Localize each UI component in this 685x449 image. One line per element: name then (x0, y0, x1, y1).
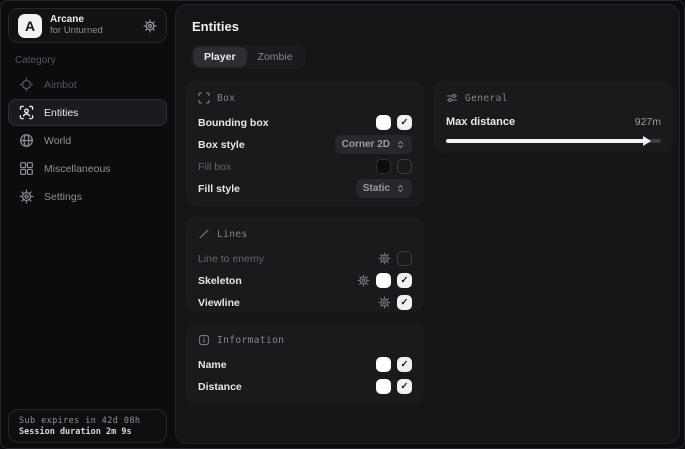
section-title: General (465, 93, 508, 104)
sub-expiry-text: Sub expires in 42d 08h (19, 416, 156, 426)
sidebar-item-settings[interactable]: Settings (8, 183, 167, 210)
slider-thumb[interactable] (643, 136, 651, 146)
general-section-card: General Max distance 927m (434, 81, 673, 153)
tab-player[interactable]: Player (193, 47, 247, 67)
setting-row-box-style: Box style Corner 2D (198, 134, 412, 155)
diagonal-line-icon (198, 228, 210, 240)
checkbox[interactable] (397, 251, 412, 266)
box-corners-icon (198, 92, 210, 104)
setting-row-fill-style: Fill style Static (198, 178, 412, 199)
color-swatch[interactable] (376, 115, 391, 130)
setting-label: Max distance (446, 116, 515, 128)
checkbox[interactable]: ✓ (397, 115, 412, 130)
main-panel: Entities Player Zombie Box Bounding box … (175, 4, 680, 444)
gear-icon (19, 189, 34, 204)
gear-icon[interactable] (143, 19, 157, 33)
subscription-status-card: Sub expires in 42d 08h Session duration … (8, 409, 167, 443)
app-brand: Arcane for Unturned (50, 14, 103, 36)
grid-icon (19, 161, 34, 176)
sidebar-item-label: Aimbot (44, 79, 77, 91)
setting-label: Fill style (198, 183, 240, 195)
box-section-card: Box Bounding box ✓ Box style Corner 2D (186, 81, 424, 206)
category-label: Category (15, 55, 56, 66)
color-swatch[interactable] (376, 379, 391, 394)
setting-row-max-distance: Max distance 927m (446, 112, 661, 132)
sidebar-item-aimbot[interactable]: Aimbot (8, 71, 167, 98)
page-title: Entities (192, 19, 239, 34)
max-distance-value: 927m (635, 116, 661, 128)
gear-icon[interactable] (357, 274, 370, 287)
checkbox[interactable] (397, 159, 412, 174)
sidebar-nav: Aimbot Entities World (8, 71, 167, 210)
app-subtitle: for Unturned (50, 26, 103, 37)
information-section-header: Information (198, 333, 412, 347)
section-title: Lines (217, 229, 248, 240)
box-section-header: Box (198, 91, 412, 105)
setting-label: Line to enemy (198, 253, 264, 265)
chevrons-up-down-icon (396, 184, 405, 193)
dropdown-value: Static (363, 183, 390, 194)
setting-label: Skeleton (198, 275, 242, 287)
dropdown-value: Corner 2D (342, 139, 390, 150)
setting-label: Bounding box (198, 117, 269, 129)
scan-user-icon (19, 105, 34, 120)
setting-row-viewline: Viewline ✓ (198, 292, 412, 313)
setting-label: Viewline (198, 297, 240, 309)
box-style-dropdown[interactable]: Corner 2D (335, 135, 412, 154)
crosshair-icon (19, 77, 34, 92)
fill-style-dropdown[interactable]: Static (356, 179, 412, 198)
setting-row-name: Name ✓ (198, 354, 412, 375)
general-section-header: General (446, 91, 661, 105)
information-icon (198, 334, 210, 346)
setting-label: Box style (198, 139, 245, 151)
sliders-icon (446, 92, 458, 104)
tab-zombie[interactable]: Zombie (247, 47, 304, 67)
information-section-card: Information Name ✓ Distance ✓ (186, 323, 424, 404)
sidebar-item-label: Entities (44, 107, 78, 119)
setting-label: Name (198, 359, 227, 371)
checkbox[interactable]: ✓ (397, 379, 412, 394)
sidebar-item-label: World (44, 135, 71, 147)
slider-fill (446, 139, 644, 143)
section-title: Information (217, 335, 284, 346)
sidebar-item-label: Settings (44, 191, 82, 203)
checkbox[interactable]: ✓ (397, 295, 412, 310)
color-swatch[interactable] (376, 159, 391, 174)
gear-icon[interactable] (378, 296, 391, 309)
sidebar-item-label: Miscellaneous (44, 163, 111, 175)
gear-icon[interactable] (378, 252, 391, 265)
setting-row-distance: Distance ✓ (198, 376, 412, 397)
sidebar-item-world[interactable]: World (8, 127, 167, 154)
checkbox[interactable]: ✓ (397, 273, 412, 288)
entity-tabs: Player Zombie (191, 45, 306, 69)
lines-section-card: Lines Line to enemy Skeleton (186, 217, 424, 312)
color-swatch[interactable] (376, 357, 391, 372)
chevrons-up-down-icon (396, 140, 405, 149)
app-header-card: A Arcane for Unturned (8, 8, 167, 43)
setting-row-fill-box: Fill box (198, 156, 412, 177)
globe-icon (19, 133, 34, 148)
setting-row-skeleton: Skeleton ✓ (198, 270, 412, 291)
max-distance-slider[interactable] (446, 139, 661, 143)
color-swatch[interactable] (376, 273, 391, 288)
setting-label: Fill box (198, 161, 231, 173)
section-title: Box (217, 93, 235, 104)
sidebar-item-entities[interactable]: Entities (8, 99, 167, 126)
setting-label: Distance (198, 381, 242, 393)
checkbox[interactable]: ✓ (397, 357, 412, 372)
setting-row-bounding-box: Bounding box ✓ (198, 112, 412, 133)
sidebar-item-miscellaneous[interactable]: Miscellaneous (8, 155, 167, 182)
app-logo: A (18, 14, 42, 38)
setting-row-line-to-enemy: Line to enemy (198, 248, 412, 269)
lines-section-header: Lines (198, 227, 412, 241)
sidebar: A Arcane for Unturned Category (0, 0, 175, 449)
session-duration-text: Session duration 2m 9s (19, 427, 156, 437)
